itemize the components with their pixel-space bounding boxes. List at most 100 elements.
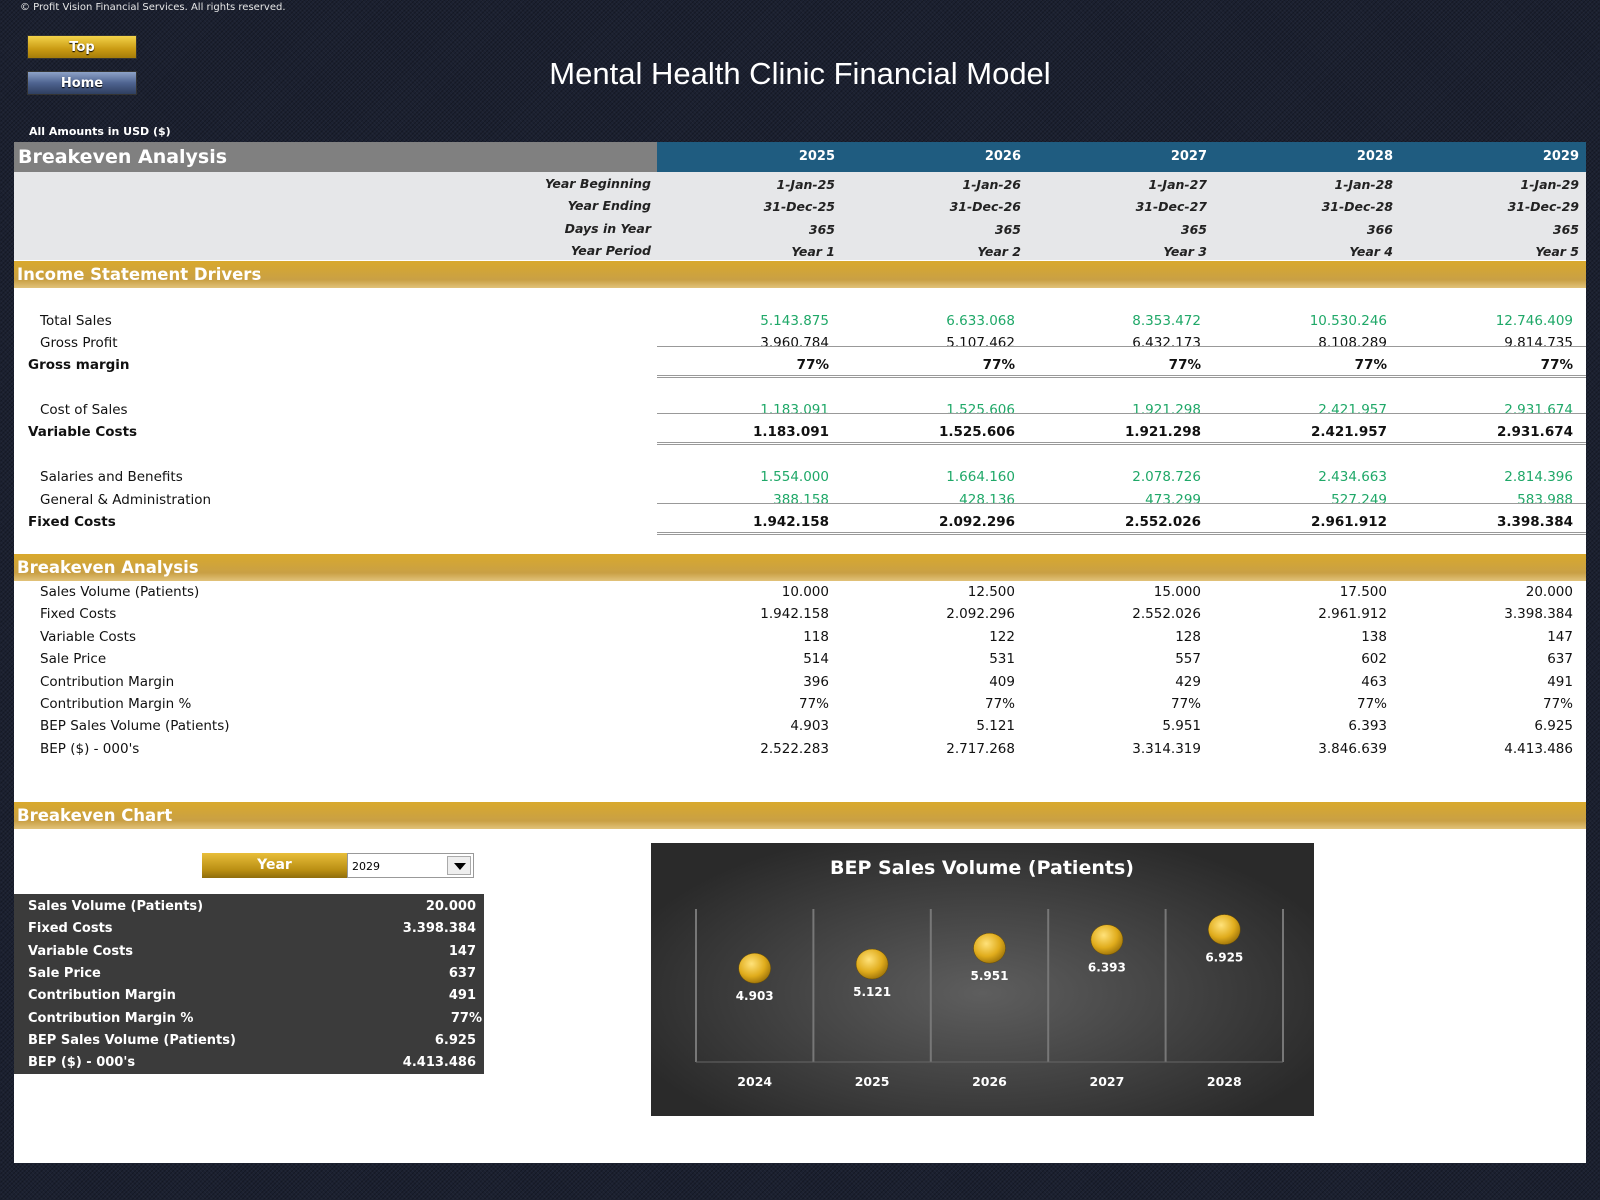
income-row-value: 1.554.000 <box>760 469 829 485</box>
data-point <box>738 952 771 984</box>
summary-value: 77% <box>450 1010 482 1026</box>
double-divider <box>657 442 1586 445</box>
info-row-value: Year 3 <box>1163 243 1207 259</box>
breakeven-row-value: 637 <box>1547 651 1573 668</box>
breakeven-row-value: 6.925 <box>1534 718 1573 735</box>
income-row-value: 1.525.606 <box>938 424 1015 440</box>
chevron-down-icon[interactable] <box>447 856 471 875</box>
copyright-text: © Profit Vision Financial Services. All … <box>20 2 286 13</box>
breakeven-row-value: 15.000 <box>1153 584 1201 600</box>
income-row-value: 8.108.289 <box>1318 335 1387 351</box>
summary-value: 637 <box>448 965 476 981</box>
breakeven-row-value: 3.846.639 <box>1318 740 1387 757</box>
year-column-header: 2026 <box>984 149 1021 164</box>
income-row-value: 583.988 <box>1517 492 1573 508</box>
section-header: Breakeven Analysis <box>14 142 657 172</box>
info-row-value: 1-Jan-26 <box>962 177 1021 192</box>
income-row-value: 2.814.396 <box>1504 469 1573 485</box>
income-row-value: 77% <box>796 357 829 373</box>
year-column-header: 2028 <box>1356 149 1393 164</box>
breakeven-sheet: Breakeven Analysis 2025 2026 2027 2028 2029 … <box>14 142 1586 1163</box>
breakeven-row-value: 514 <box>803 651 829 668</box>
summary-label: Contribution Margin % <box>28 1010 194 1026</box>
breakeven-row-label: Sale Price <box>40 651 107 668</box>
info-row-value: 31-Dec-27 <box>1135 199 1207 215</box>
bep-chart: BEP Sales Volume (Patients) 4.903 2024 5.1… <box>651 843 1314 1116</box>
info-row-value: 31-Dec-25 <box>763 199 835 215</box>
income-row-value: 77% <box>1168 357 1201 373</box>
year-label: Year <box>202 853 347 878</box>
income-row-value: 77% <box>982 357 1015 373</box>
double-divider <box>657 375 1586 378</box>
year-column-header: 2025 <box>798 149 835 164</box>
income-row-value: 2.421.957 <box>1310 424 1387 440</box>
summary-value: 20.000 <box>425 899 476 914</box>
income-row-value: 12.746.409 <box>1495 313 1573 329</box>
year-column-header: 2027 <box>1170 149 1207 164</box>
x-tick-label: 2026 <box>972 1074 1007 1089</box>
income-row-value: 6.633.068 <box>946 313 1015 329</box>
summary-value: 147 <box>448 943 476 959</box>
breakeven-row-value: 409 <box>989 673 1015 690</box>
info-row-value: 31-Dec-28 <box>1321 199 1393 215</box>
breakeven-row-value: 2.961.912 <box>1318 606 1387 623</box>
breakeven-row-value: 138 <box>1361 628 1387 645</box>
currency-note: All Amounts in USD ($) <box>29 125 171 138</box>
breakeven-row-label: BEP Sales Volume (Patients) <box>40 718 230 735</box>
info-row-value: 365 <box>1180 221 1207 237</box>
summary-label: Contribution Margin <box>28 988 176 1004</box>
breakeven-row-value: 3.314.319 <box>1132 740 1201 757</box>
data-point <box>973 932 1006 964</box>
income-row-value: 2.931.674 <box>1504 402 1573 418</box>
income-row-label: Fixed Costs <box>28 514 116 530</box>
income-row-label: Cost of Sales <box>40 402 128 418</box>
income-row-value: 2.961.912 <box>1310 514 1387 530</box>
x-tick-label: 2028 <box>1207 1074 1242 1089</box>
breakeven-row-value: 2.552.026 <box>1132 606 1201 623</box>
income-row-value: 2.931.674 <box>1496 424 1573 440</box>
data-point <box>1208 914 1241 945</box>
data-label: 5.951 <box>971 969 1009 983</box>
breakeven-row-value: 463 <box>1361 673 1387 690</box>
breakeven-row-value: 77% <box>798 696 829 712</box>
info-row-value: 1-Jan-28 <box>1334 177 1393 192</box>
breakeven-row-value: 5.121 <box>976 718 1015 735</box>
breakeven-row-label: Contribution Margin <box>40 673 175 690</box>
breakeven-row-value: 12.500 <box>967 584 1015 600</box>
breakeven-row-value: 20.000 <box>1525 584 1573 600</box>
breakeven-row-value: 4.413.486 <box>1504 740 1573 757</box>
period-info: Year Beginning 1-Jan-25 1-Jan-26 1-Jan-27 1-… <box>14 172 1586 260</box>
summary-label: Sales Volume (Patients) <box>28 899 204 914</box>
info-row-value: 31-Dec-29 <box>1507 199 1579 215</box>
page-title: Mental Health Clinic Financial Model <box>549 56 1051 91</box>
income-row-value: 2.434.663 <box>1318 469 1387 485</box>
x-tick-label: 2024 <box>737 1074 772 1089</box>
income-row-label: General & Administration <box>40 492 212 508</box>
breakeven-row-value: 2.717.268 <box>946 740 1015 757</box>
breakeven-row-value: 10.000 <box>781 584 829 600</box>
breakeven-section-header: Breakeven Analysis <box>14 554 1586 581</box>
divider <box>657 413 1586 414</box>
summary-label: BEP Sales Volume (Patients) <box>28 1032 236 1048</box>
income-row-value: 3.398.384 <box>1496 514 1573 530</box>
info-row-label: Year Period <box>570 242 651 258</box>
info-row-label: Year Beginning <box>544 176 651 191</box>
income-row-value: 527.249 <box>1331 492 1387 508</box>
summary-panel: Sales Volume (Patients) 20.000 Fixed Costs… <box>14 894 484 1074</box>
income-row-value: 5.107.462 <box>946 335 1015 351</box>
income-row-value: 2.552.026 <box>1124 514 1201 530</box>
income-row-value: 2.421.957 <box>1318 402 1387 418</box>
data-point <box>855 948 889 980</box>
summary-value: 491 <box>448 988 476 1004</box>
breakeven-row-value: 122 <box>989 628 1015 645</box>
year-select[interactable]: 2029 <box>347 853 474 878</box>
year-column-header: 2029 <box>1542 149 1579 164</box>
breakeven-row-value: 128 <box>1175 628 1201 645</box>
summary-label: Variable Costs <box>28 943 134 959</box>
data-point <box>1090 924 1124 955</box>
income-section-header: Income Statement Drivers <box>14 261 1586 288</box>
info-row-value: 1-Jan-29 <box>1520 177 1579 192</box>
breakeven-row-label: Sales Volume (Patients) <box>40 584 200 600</box>
info-row-value: Year 5 <box>1535 243 1579 259</box>
income-row-value: 1.921.298 <box>1124 424 1201 440</box>
